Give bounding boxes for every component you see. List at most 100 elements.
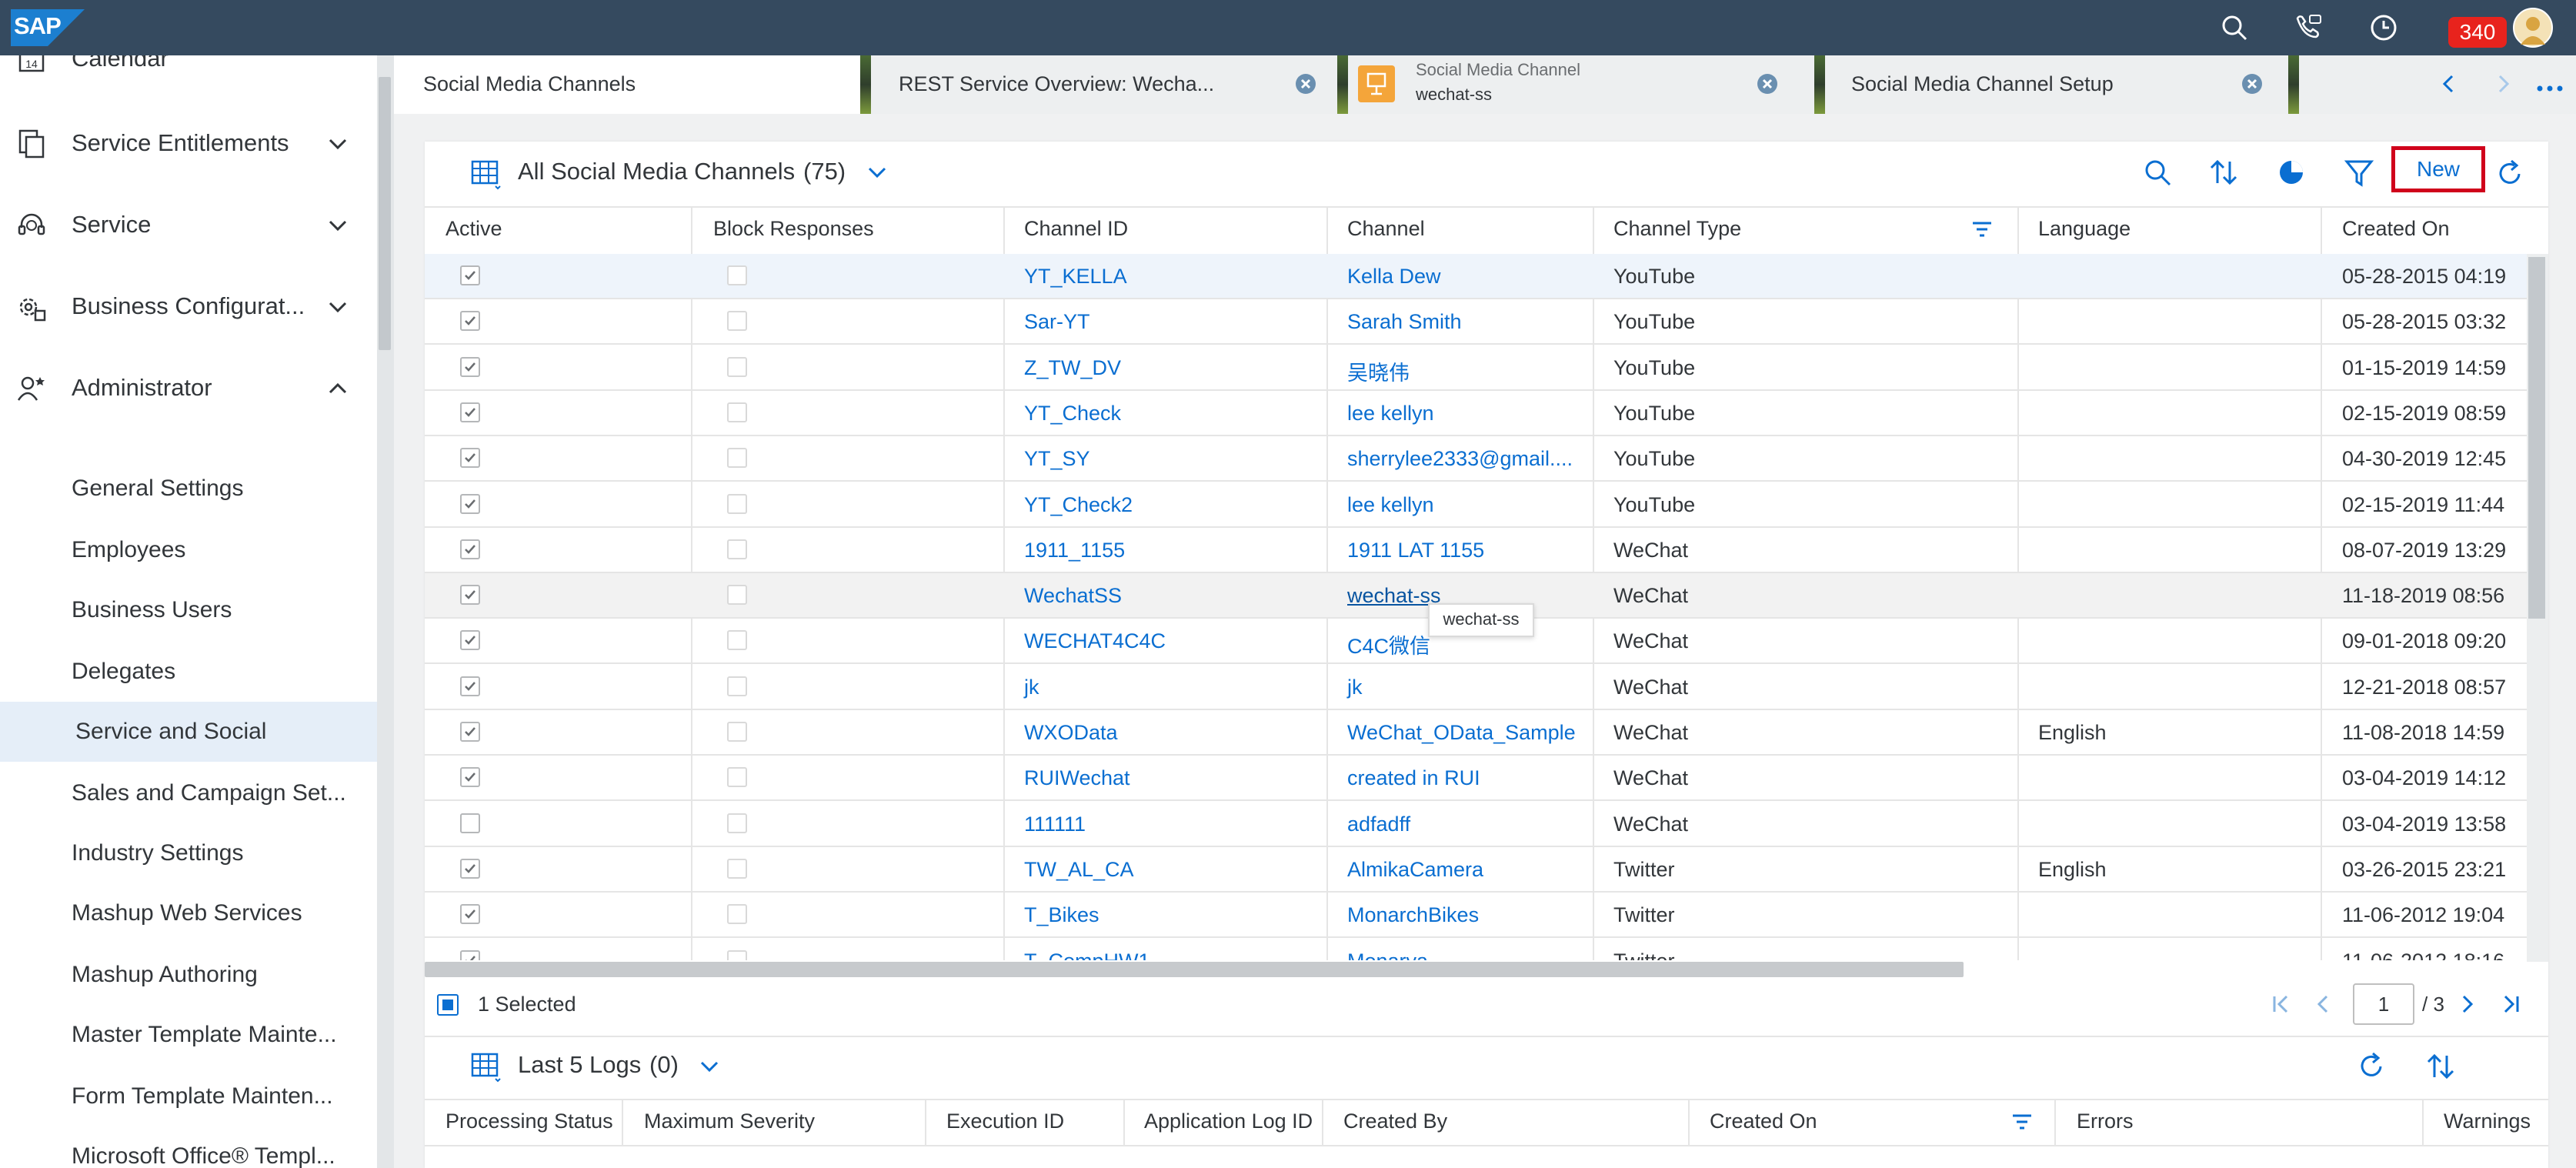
active-checkbox[interactable] xyxy=(460,493,480,514)
block-responses-checkbox[interactable] xyxy=(727,767,747,788)
channel-link[interactable]: 1911 LAT 1155 xyxy=(1347,539,1484,562)
active-checkbox[interactable] xyxy=(460,630,480,651)
avatar[interactable] xyxy=(2513,8,2553,48)
logs-column-errors[interactable]: Errors xyxy=(2077,1110,2134,1133)
block-responses-checkbox[interactable] xyxy=(727,448,747,469)
active-checkbox[interactable] xyxy=(460,676,480,696)
column-filter-icon[interactable] xyxy=(2011,1113,2033,1131)
table-row[interactable]: YT_Check lee kellyn YouTube 02-15-2019 08:5… xyxy=(425,391,2548,436)
sap-logo[interactable]: SAP xyxy=(11,9,85,46)
sidebar-item-service-entitlements[interactable]: Service Entitlements xyxy=(0,112,377,174)
block-responses-checkbox[interactable] xyxy=(727,676,747,696)
notification-badge[interactable]: 340 xyxy=(2448,17,2507,48)
table-row[interactable]: YT_KELLA Kella Dew YouTube 05-28-2015 04:19 xyxy=(425,254,2548,299)
sidebar-subitem-master-template[interactable]: Master Template Mainte... xyxy=(0,1005,377,1065)
table-row[interactable]: Z_TW_DV 吴晓伟 YouTube 01-15-2019 14:59 xyxy=(425,345,2548,391)
column-header-block-responses[interactable]: Block Responses xyxy=(713,209,874,255)
close-icon[interactable] xyxy=(1294,72,1317,95)
column-header-channel-id[interactable]: Channel ID xyxy=(1024,209,1128,255)
close-icon[interactable] xyxy=(1756,72,1779,95)
page-input[interactable]: 1 xyxy=(2353,983,2414,1025)
table-row[interactable]: T_Bikes MonarchBikes Twitter 11-06-2012 19:… xyxy=(425,893,2548,939)
table-row[interactable]: RUIWechat created in RUI WeChat 03-04-2019 … xyxy=(425,756,2548,802)
refresh-icon[interactable] xyxy=(2493,157,2527,191)
block-responses-checkbox[interactable] xyxy=(727,356,747,377)
group-icon[interactable] xyxy=(2274,155,2308,189)
sort-icon[interactable] xyxy=(2207,155,2241,189)
search-icon[interactable] xyxy=(2141,155,2174,189)
channel-id-link[interactable]: WXOData xyxy=(1024,721,1118,745)
table-row[interactable]: YT_Check2 lee kellyn YouTube 02-15-2019 11:… xyxy=(425,482,2548,528)
table-row[interactable]: WXOData WeChat_OData_Sample WeChat English 1… xyxy=(425,710,2548,756)
channel-id-link[interactable]: YT_Check2 xyxy=(1024,493,1133,517)
block-responses-checkbox[interactable] xyxy=(727,265,747,285)
chevron-down-icon[interactable] xyxy=(865,163,889,182)
search-icon[interactable] xyxy=(2219,12,2250,43)
refresh-icon[interactable] xyxy=(2354,1050,2388,1083)
block-responses-checkbox[interactable] xyxy=(727,630,747,651)
chevron-left-icon[interactable] xyxy=(2438,72,2461,95)
channel-link[interactable]: WeChat_OData_Sample xyxy=(1347,721,1576,745)
channel-id-link[interactable]: Z_TW_DV xyxy=(1024,356,1121,380)
logs-column-execution-id[interactable]: Execution ID xyxy=(946,1110,1064,1133)
logs-column-processing-status[interactable]: Processing Status xyxy=(445,1110,613,1133)
active-checkbox[interactable] xyxy=(460,949,480,960)
channel-id-link[interactable]: YT_Check xyxy=(1024,402,1121,425)
active-checkbox[interactable] xyxy=(460,767,480,788)
table-row[interactable]: 1911_1155 1911 LAT 1155 WeChat 08-07-2019 1… xyxy=(425,528,2548,573)
active-checkbox[interactable] xyxy=(460,904,480,925)
active-checkbox[interactable] xyxy=(460,585,480,606)
block-responses-checkbox[interactable] xyxy=(727,311,747,332)
sidebar-subitem-form-template[interactable]: Form Template Mainten... xyxy=(0,1066,377,1126)
channel-id-link[interactable]: jk xyxy=(1024,676,1039,699)
channel-link[interactable]: lee kellyn xyxy=(1347,402,1434,425)
filter-icon[interactable] xyxy=(2342,155,2376,189)
logs-column-created-on[interactable]: Created On xyxy=(1710,1110,1817,1133)
channel-id-link[interactable]: WECHAT4C4C xyxy=(1024,629,1166,653)
table-row[interactable]: T_CompHW1 Monarya Twitter 11-06-2012 18:16 xyxy=(425,939,2548,961)
channel-link[interactable]: 吴晓伟 xyxy=(1347,356,1410,386)
block-responses-checkbox[interactable] xyxy=(727,539,747,559)
active-checkbox[interactable] xyxy=(460,356,480,377)
channel-link[interactable]: lee kellyn xyxy=(1347,493,1434,517)
channel-link[interactable]: Monarya xyxy=(1347,949,1428,961)
first-page-icon[interactable] xyxy=(2270,993,2293,1016)
sidebar-subitem-microsoft-office-templates[interactable]: Microsoft Office® Templ... xyxy=(0,1126,377,1168)
tab-social-media-channel-wechat-ss[interactable]: Social Media Channel wechat-ss xyxy=(1348,55,1814,114)
block-responses-checkbox[interactable] xyxy=(727,402,747,422)
clock-icon[interactable] xyxy=(2368,12,2399,43)
channel-id-link[interactable]: YT_KELLA xyxy=(1024,265,1127,289)
chevron-right-icon[interactable] xyxy=(2491,72,2514,95)
block-responses-checkbox[interactable] xyxy=(727,493,747,514)
block-responses-checkbox[interactable] xyxy=(727,585,747,606)
channel-id-link[interactable]: 1911_1155 xyxy=(1024,539,1125,562)
active-checkbox[interactable] xyxy=(460,265,480,285)
channel-id-link[interactable]: RUIWechat xyxy=(1024,766,1130,790)
table-view-icon[interactable] xyxy=(469,157,503,191)
tab-social-media-channel-setup[interactable]: Social Media Channel Setup xyxy=(1825,55,2302,114)
active-checkbox[interactable] xyxy=(460,311,480,332)
active-checkbox[interactable] xyxy=(460,813,480,833)
block-responses-checkbox[interactable] xyxy=(727,858,747,879)
tab-social-media-channels[interactable]: Social Media Channels xyxy=(394,55,860,114)
active-checkbox[interactable] xyxy=(460,448,480,469)
block-responses-checkbox[interactable] xyxy=(727,813,747,833)
channel-id-link[interactable]: TW_AL_CA xyxy=(1024,858,1134,882)
channel-link[interactable]: Sarah Smith xyxy=(1347,310,1462,334)
table-row[interactable]: YT_SY sherrylee2333@gmail.... YouTube 04-30… xyxy=(425,436,2548,482)
channel-link[interactable]: created in RUI xyxy=(1347,766,1480,790)
logs-column-maximum-severity[interactable]: Maximum Severity xyxy=(644,1110,815,1133)
channel-link[interactable]: adfadff xyxy=(1347,813,1410,836)
block-responses-checkbox[interactable] xyxy=(727,904,747,925)
logs-column-created-by[interactable]: Created By xyxy=(1343,1110,1447,1133)
channel-link[interactable]: MonarchBikes xyxy=(1347,903,1479,927)
table-row[interactable]: 111111 adfadff WeChat 03-04-2019 13:58 xyxy=(425,802,2548,847)
logs-column-warnings[interactable]: Warnings xyxy=(2444,1110,2531,1133)
channel-id-link[interactable]: WechatSS xyxy=(1024,584,1122,608)
sidebar-item-service[interactable]: Service xyxy=(0,194,377,255)
column-header-language[interactable]: Language xyxy=(2038,209,2131,255)
active-checkbox[interactable] xyxy=(460,402,480,422)
channel-link[interactable]: wechat-ss xyxy=(1347,584,1441,608)
table-row[interactable]: Sar-YT Sarah Smith YouTube 05-28-2015 03:32 xyxy=(425,299,2548,345)
sort-icon[interactable] xyxy=(2424,1050,2458,1083)
